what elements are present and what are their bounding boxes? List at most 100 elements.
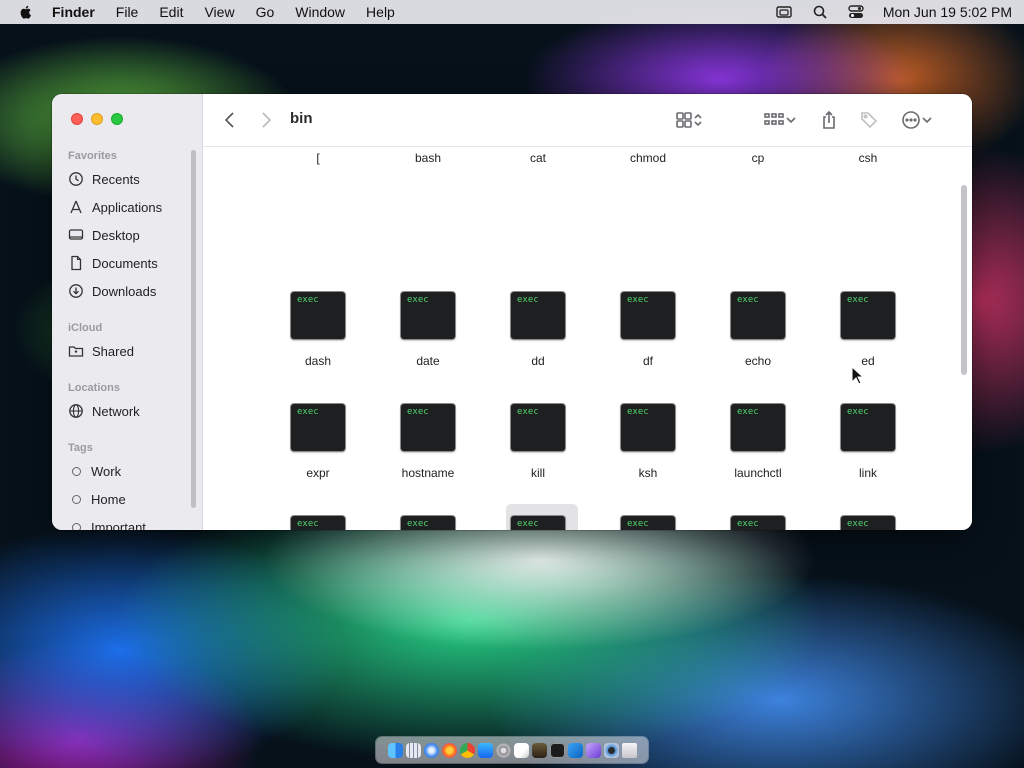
dock	[376, 737, 648, 763]
file-item[interactable]: execpax	[703, 516, 813, 530]
terminal-icon[interactable]	[549, 742, 565, 758]
sidebar-item-applications[interactable]: Applications	[68, 197, 162, 217]
trash-icon[interactable]	[621, 742, 637, 758]
zoom-window-button[interactable]	[111, 113, 123, 125]
sidebar-item-downloads[interactable]: Downloads	[68, 281, 156, 301]
file-item[interactable]: exec ksh	[593, 404, 703, 482]
finder-icon[interactable]	[387, 742, 403, 758]
minimize-window-button[interactable]	[91, 113, 103, 125]
finder-window: Favorites Recents Applications Desktop D…	[52, 94, 972, 530]
forward-button[interactable]	[259, 108, 273, 132]
menu-help[interactable]: Help	[366, 4, 395, 20]
tag-dot-icon	[72, 494, 81, 504]
sidebar-item-shared[interactable]: Shared	[68, 341, 134, 361]
screen-mirroring-icon[interactable]	[775, 4, 793, 20]
file-item[interactable]: exec kill	[483, 404, 593, 482]
file-item[interactable]: exec expr	[263, 404, 373, 482]
share-button[interactable]	[820, 108, 838, 132]
sidebar-item-recents[interactable]: Recents	[68, 169, 140, 189]
tags-button[interactable]	[859, 108, 879, 132]
sidebar-section-icloud: iCloud	[68, 322, 103, 334]
file-item[interactable]: cp	[703, 149, 813, 167]
sidebar-scrollbar[interactable]	[191, 150, 196, 508]
screenshot-icon[interactable]	[603, 742, 619, 758]
menu-go[interactable]: Go	[256, 4, 275, 20]
executable-icon: exec	[841, 516, 895, 530]
content-scrollbar[interactable]	[961, 185, 967, 375]
executable-icon: exec	[511, 404, 565, 451]
sidebar-section-tags: Tags	[68, 442, 93, 454]
textedit-icon[interactable]	[513, 742, 529, 758]
file-item[interactable]: execmv	[593, 516, 703, 530]
mouse-cursor-icon	[851, 366, 865, 385]
sidebar-item-label: Shared	[92, 343, 134, 359]
firefox-icon[interactable]	[441, 742, 457, 758]
file-item[interactable]: chmod	[593, 149, 703, 167]
menu-file[interactable]: File	[116, 4, 139, 20]
menu-edit[interactable]: Edit	[159, 4, 183, 20]
executable-icon: exec	[401, 404, 455, 451]
ellipsis-circle-icon	[902, 111, 920, 129]
file-item-selected[interactable]: execmkdir	[483, 504, 593, 530]
file-item[interactable]: execln	[263, 516, 373, 530]
close-window-button[interactable]	[71, 113, 83, 125]
app-store-icon[interactable]	[477, 742, 493, 758]
control-center-icon[interactable]	[847, 4, 865, 20]
file-item[interactable]: exec echo	[703, 292, 813, 370]
grid-view-icon	[676, 112, 692, 128]
back-button[interactable]	[223, 108, 237, 132]
more-actions-button[interactable]	[901, 108, 933, 132]
shared-folder-icon	[68, 346, 84, 357]
sidebar-item-tag-home[interactable]: Home	[68, 489, 126, 509]
spotlight-search-icon[interactable]	[811, 4, 829, 20]
file-name: cat	[529, 151, 546, 165]
apple-menu-icon[interactable]	[18, 4, 34, 20]
file-item[interactable]: exec launchctl	[703, 404, 813, 482]
settings-icon[interactable]	[495, 742, 511, 758]
file-item[interactable]: execps	[813, 516, 923, 530]
vscode-icon[interactable]	[567, 742, 583, 758]
file-name: cp	[751, 151, 765, 165]
file-item[interactable]: exec link	[813, 404, 923, 482]
file-name: launchctl	[734, 466, 782, 480]
file-item[interactable]: exec hostname	[373, 404, 483, 482]
sidebar-item-tag-important[interactable]: Important	[68, 517, 146, 530]
executable-icon: exec	[511, 516, 565, 530]
executable-icon: exec	[731, 404, 785, 451]
safari-icon[interactable]	[423, 742, 439, 758]
chevron-down-icon	[786, 117, 796, 124]
menu-window[interactable]: Window	[295, 4, 345, 20]
script-editor-icon[interactable]	[531, 742, 547, 758]
file-item[interactable]: exec dash	[263, 292, 373, 370]
file-item[interactable]: exec ed	[813, 292, 923, 370]
file-item[interactable]: exec df	[593, 292, 703, 370]
sidebar-item-network[interactable]: Network	[68, 401, 140, 421]
executable-icon: exec	[621, 292, 675, 339]
chrome-icon[interactable]	[459, 742, 475, 758]
chevron-left-icon	[224, 112, 234, 128]
file-item[interactable]: bash	[373, 149, 483, 167]
toolbar: bin	[203, 94, 972, 147]
file-grid: [ bash cat chmod cp csh exec dash exec dat…	[203, 147, 972, 530]
tag-dot-icon	[72, 522, 81, 530]
file-item[interactable]: csh	[813, 149, 923, 167]
menubar-clock[interactable]: Mon Jun 19 5:02 PM	[883, 4, 1012, 20]
menu-app-finder[interactable]: Finder	[52, 4, 95, 20]
group-by-button[interactable]	[763, 108, 797, 132]
tag-dot-icon	[72, 466, 81, 476]
sidebar-item-documents[interactable]: Documents	[68, 253, 158, 273]
sidebar-item-desktop[interactable]: Desktop	[68, 225, 140, 245]
sidebar-item-label: Downloads	[92, 283, 157, 299]
view-mode-button[interactable]	[675, 108, 703, 132]
file-item[interactable]: [	[263, 149, 373, 167]
file-item[interactable]: exec date	[373, 292, 483, 370]
menu-view[interactable]: View	[204, 4, 234, 20]
launchpad-icon[interactable]	[405, 742, 421, 758]
chevron-right-icon	[262, 112, 272, 128]
visual-studio-icon[interactable]	[585, 742, 601, 758]
executable-icon: exec	[401, 292, 455, 339]
file-item[interactable]: exec dd	[483, 292, 593, 370]
sidebar-item-tag-work[interactable]: Work	[68, 461, 121, 481]
file-item[interactable]: cat	[483, 149, 593, 167]
file-item[interactable]: execls	[373, 516, 483, 530]
